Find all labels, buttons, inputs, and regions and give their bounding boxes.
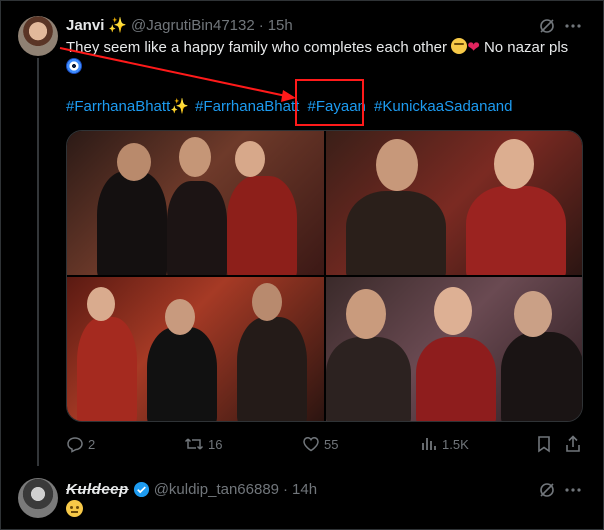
- views-button[interactable]: 1.5K: [420, 432, 469, 456]
- grok-icon[interactable]: [536, 479, 558, 501]
- photo-4[interactable]: [326, 277, 582, 421]
- tweet-text-main: They seem like a happy family who comple…: [66, 39, 448, 56]
- crying-face-emoji: [451, 38, 468, 54]
- user-handle[interactable]: @JagrutiBin47132: [131, 17, 255, 34]
- thread-connector-line: [37, 58, 39, 466]
- header-separator: ·: [258, 16, 264, 34]
- hashtag-link[interactable]: #FarrhanaBhatt: [66, 98, 170, 115]
- red-heart-emoji: ❤: [467, 39, 480, 56]
- repost-icon: [184, 438, 204, 450]
- grok-icon[interactable]: [536, 15, 558, 37]
- reply-timestamp[interactable]: 14h: [292, 481, 317, 498]
- display-name[interactable]: Janvi: [66, 17, 104, 34]
- sparkle-emoji-small: ✨: [170, 98, 189, 115]
- sparkle-emoji: ✨: [108, 17, 128, 34]
- views-icon: [422, 438, 436, 450]
- more-icon[interactable]: [562, 479, 584, 501]
- hashtag-link[interactable]: #FarrhanaBhatt: [195, 98, 299, 115]
- photo-3[interactable]: [67, 277, 324, 421]
- reply-header-separator: ·: [283, 480, 289, 498]
- share-button[interactable]: [564, 432, 582, 456]
- tweet-text: They seem like a happy family who comple…: [66, 38, 586, 78]
- verified-badge-icon: [133, 481, 150, 498]
- reply-author-avatar[interactable]: [18, 478, 58, 518]
- views-count: 1.5K: [442, 436, 469, 452]
- hashtag-link[interactable]: #KunickaaSadanand: [374, 98, 512, 115]
- reply-display-name[interactable]: Kuldeep: [66, 481, 129, 498]
- hashtag-list: #FarrhanaBhatt✨ #FarrhanaBhatt #Fayaan #…: [66, 97, 517, 115]
- reply-header: Kuldeep @kuldip_tan66889 · 14h: [66, 479, 317, 499]
- bookmark-icon: [538, 436, 550, 453]
- reply-count: 2: [88, 436, 96, 452]
- highlight-box: [295, 79, 364, 126]
- reply-user-handle[interactable]: @kuldip_tan66889: [154, 481, 279, 498]
- action-bar: 2 16 55 1.5K: [66, 432, 583, 456]
- bookmark-button[interactable]: [536, 432, 552, 456]
- more-icon[interactable]: [562, 15, 584, 37]
- like-button[interactable]: 55: [302, 432, 338, 456]
- photo-2[interactable]: [326, 131, 582, 275]
- reply-button[interactable]: 2: [66, 432, 95, 456]
- author-avatar[interactable]: [18, 16, 58, 56]
- reply-icon: [67, 437, 83, 453]
- reply-smile-emoji: [66, 500, 83, 517]
- like-count: 55: [324, 436, 339, 452]
- repost-count: 16: [208, 436, 223, 452]
- nazar-amulet-emoji: [66, 58, 82, 74]
- tweet-timestamp[interactable]: 15h: [268, 17, 293, 34]
- tweet-text-tail: No nazar pls: [483, 39, 569, 56]
- share-icon: [566, 435, 580, 452]
- tweet-header: Janvi ✨ @JagrutiBin47132 · 15h: [66, 15, 293, 35]
- repost-button[interactable]: 16: [184, 432, 222, 456]
- media-grid: [66, 130, 583, 422]
- photo-1[interactable]: [67, 131, 324, 275]
- like-icon: [303, 437, 319, 452]
